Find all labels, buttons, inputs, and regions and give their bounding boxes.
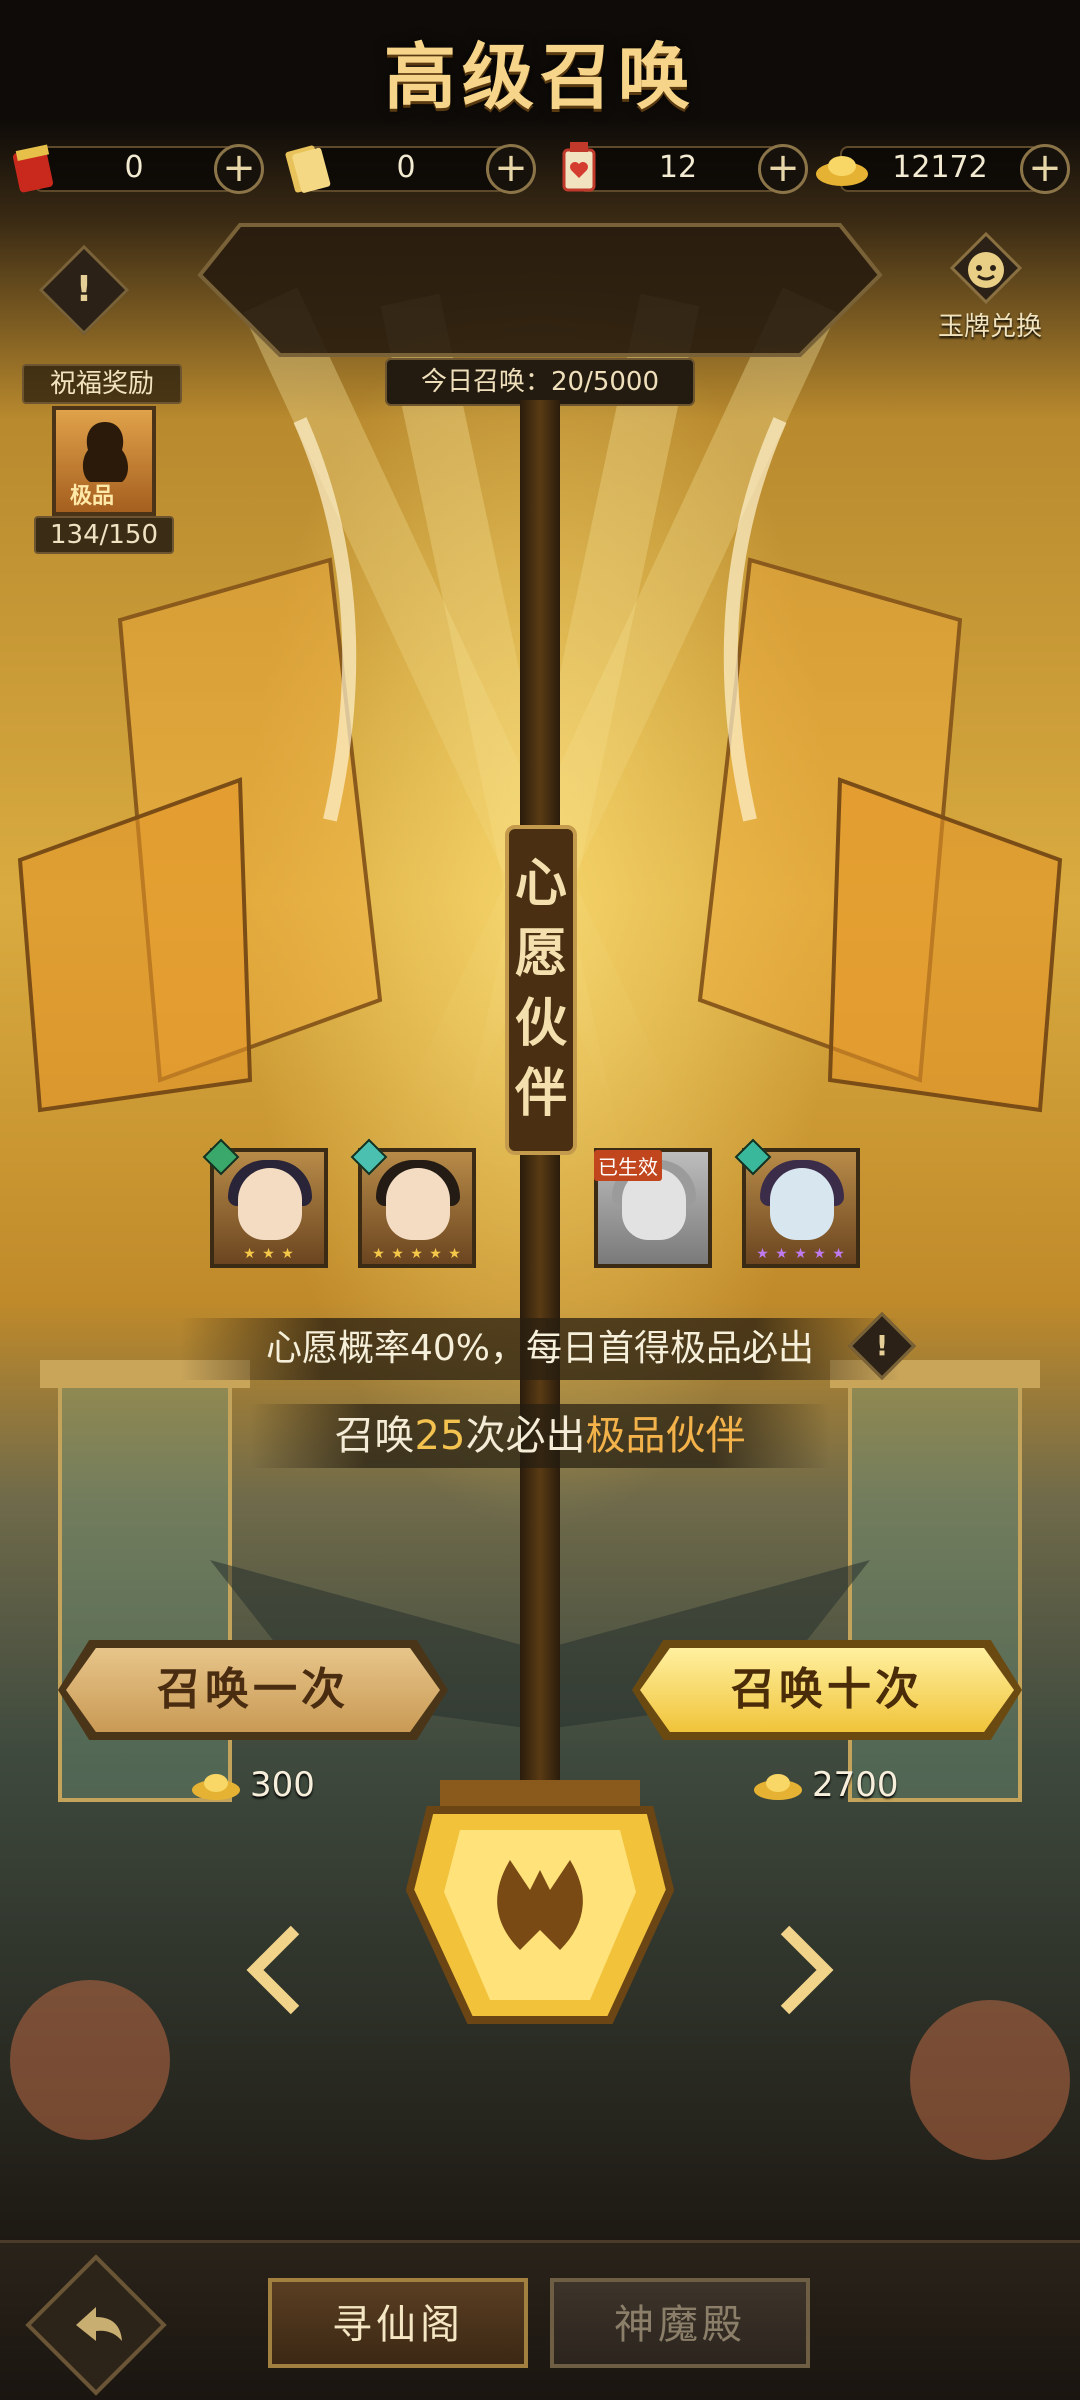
summon-ten-cost: 2700	[752, 1762, 952, 1808]
character-silhouette-icon	[82, 422, 128, 482]
currency-value: 12	[658, 150, 698, 185]
wish-partner-slot-3[interactable]: 已生效	[594, 1148, 712, 1268]
exclamation-icon: !	[75, 269, 93, 310]
cost-value: 300	[250, 1765, 315, 1805]
add-currency-button[interactable]: +	[1020, 144, 1070, 194]
currency-red-envelope: 0 +	[12, 140, 264, 196]
next-arrow-button[interactable]	[770, 1920, 840, 2020]
avatar-face	[770, 1168, 834, 1240]
star-rating: ★ ★ ★ ★ ★	[756, 1246, 846, 1262]
tab-shenmo-hall[interactable]: 神魔殿	[550, 2278, 810, 2368]
summon-once-label: 召唤一次	[157, 1664, 349, 1715]
guarantee-prefix: 召唤	[334, 1413, 415, 1459]
add-currency-button[interactable]: +	[758, 144, 808, 194]
page-title: 高级召唤	[383, 35, 696, 119]
add-currency-button[interactable]: +	[486, 144, 536, 194]
wish-partner-slot-4[interactable]: ★ ★ ★ ★ ★	[734, 1138, 860, 1268]
wish-rate-text: 心愿概率40%，每日首得极品必出	[180, 1318, 900, 1380]
rarity-tag: 极品	[70, 484, 115, 509]
guarantee-count: 25	[414, 1413, 466, 1459]
jade-exchange-label: 玉牌兑换	[937, 312, 1042, 342]
avatar-face	[238, 1168, 302, 1240]
jade-token-icon	[949, 232, 1023, 304]
currency-value: 12172	[892, 150, 988, 185]
currency-gold-ingot: 12172 +	[816, 140, 1070, 196]
summon-once-button[interactable]: 召唤一次	[58, 1640, 448, 1740]
plaque-char: 伴	[514, 1064, 567, 1124]
blessing-reward[interactable]: 祝福奖励 极品 134/150	[22, 358, 182, 558]
currency-value: 0	[124, 150, 144, 185]
avatar-face	[386, 1168, 450, 1240]
wish-partner-slot-2[interactable]: ★ ★ ★ ★ ★	[350, 1138, 476, 1268]
gold-ingot-icon	[754, 1774, 802, 1800]
plaque-char: 愿	[514, 924, 567, 984]
currency-heart-lantern: 12 +	[558, 140, 808, 196]
exclamation-icon: !	[875, 1329, 889, 1362]
blessing-reward-label: 祝福奖励	[22, 364, 182, 404]
guarantee-text: 召唤25次必出极品伙伴	[250, 1404, 830, 1468]
summon-emblem	[405, 1780, 675, 2024]
wish-plaque-text: 心 愿 伙 伴	[509, 849, 573, 1129]
wish-partner-slot-1[interactable]: ★ ★ ★	[202, 1138, 328, 1268]
cost-value: 2700	[812, 1765, 899, 1805]
today-summon-count: 今日召唤：20/5000	[385, 358, 695, 406]
gold-ingot-icon	[192, 1774, 240, 1800]
star-rating: ★ ★ ★ ★ ★	[372, 1246, 462, 1262]
currency-gold-scroll: 0 +	[285, 140, 536, 196]
guarantee-highlight: 极品伙伴	[585, 1413, 746, 1459]
plaque-char: 伙	[514, 994, 567, 1054]
blessing-progress: 134/150	[34, 516, 174, 554]
summon-once-cost: 300	[190, 1762, 390, 1808]
summon-ten-label: 召唤十次	[731, 1664, 923, 1715]
back-arrow-icon	[76, 2307, 122, 2341]
tab-xunxian-pavilion[interactable]: 寻仙阁	[268, 2278, 528, 2368]
plaque-char: 心	[514, 854, 567, 914]
jade-exchange-button[interactable]: 玉牌兑换	[920, 228, 1060, 348]
currency-value: 0	[396, 150, 416, 185]
wish-partner-plaque[interactable]: 心 愿 伙 伴	[505, 825, 577, 1155]
guarantee-mid: 次必出	[465, 1413, 586, 1459]
star-rating: ★ ★ ★	[243, 1246, 295, 1262]
summon-ten-button[interactable]: 召唤十次	[632, 1640, 1022, 1740]
blessing-reward-card: 极品	[52, 406, 156, 516]
add-currency-button[interactable]: +	[214, 144, 264, 194]
active-badge: 已生效	[594, 1150, 662, 1181]
previous-arrow-button[interactable]	[240, 1920, 310, 2020]
title-frame	[197, 223, 883, 357]
